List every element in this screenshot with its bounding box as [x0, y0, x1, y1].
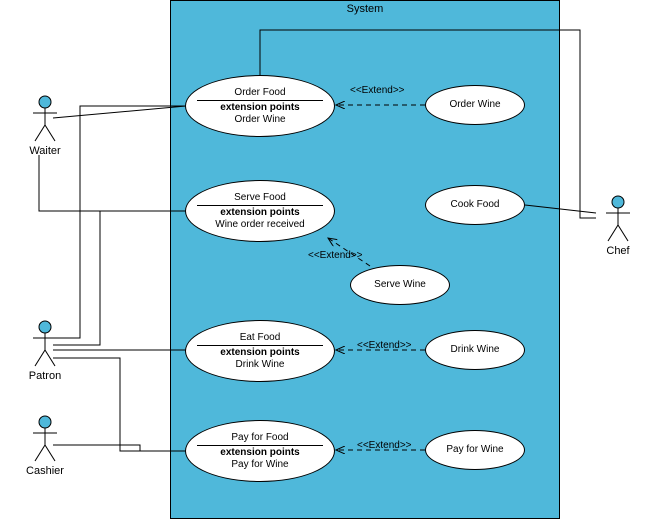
usecase-title: Order Food [234, 87, 285, 99]
actor-label: Waiter [25, 145, 65, 157]
stick-figure-icon [31, 320, 59, 368]
actor-label: Chef [598, 245, 638, 257]
usecase-divider [197, 100, 323, 101]
usecase-title: Eat Food [240, 332, 281, 344]
usecase-ext-header: extension points [220, 447, 299, 459]
usecase-ext-name: Drink Wine [236, 359, 285, 371]
stick-figure-icon [31, 95, 59, 143]
usecase-pay-for-food: Pay for Food extension points Pay for Wi… [185, 420, 335, 482]
actor-waiter: Waiter [25, 95, 65, 157]
usecase-title: Drink Wine [451, 344, 500, 356]
actor-patron: Patron [25, 320, 65, 382]
actor-label: Cashier [25, 465, 65, 477]
extend-label: <<Extend>> [350, 85, 405, 96]
actor-cashier: Cashier [25, 415, 65, 477]
usecase-title: Serve Wine [374, 279, 426, 291]
extend-label: <<Extend>> [357, 340, 412, 351]
usecase-order-food: Order Food extension points Order Wine [185, 75, 335, 137]
usecase-title: Cook Food [451, 199, 500, 211]
usecase-ext-name: Order Wine [234, 114, 285, 126]
usecase-ext-header: extension points [220, 347, 299, 359]
actor-chef: Chef [598, 195, 638, 257]
usecase-drink-wine: Drink Wine [425, 330, 525, 370]
usecase-cook-food: Cook Food [425, 185, 525, 225]
usecase-ext-name: Pay for Wine [231, 459, 288, 471]
usecase-ext-name: Wine order received [215, 219, 304, 231]
system-title: System [171, 3, 559, 15]
usecase-order-wine: Order Wine [425, 85, 525, 125]
extend-label: <<Extend>> [308, 250, 363, 261]
usecase-title: Pay for Wine [446, 444, 503, 456]
usecase-pay-for-wine: Pay for Wine [425, 430, 525, 470]
diagram-stage: System Waiter Patron Cashier [0, 0, 650, 519]
usecase-divider [197, 445, 323, 446]
usecase-eat-food: Eat Food extension points Drink Wine [185, 320, 335, 382]
usecase-divider [197, 205, 323, 206]
actor-label: Patron [25, 370, 65, 382]
usecase-title: Serve Food [234, 192, 286, 204]
usecase-divider [197, 345, 323, 346]
stick-figure-icon [604, 195, 632, 243]
stick-figure-icon [31, 415, 59, 463]
usecase-ext-header: extension points [220, 207, 299, 219]
usecase-serve-wine: Serve Wine [350, 265, 450, 305]
usecase-title: Order Wine [449, 99, 500, 111]
usecase-serve-food: Serve Food extension points Wine order r… [185, 180, 335, 242]
extend-label: <<Extend>> [357, 440, 412, 451]
usecase-title: Pay for Food [231, 432, 288, 444]
usecase-ext-header: extension points [220, 102, 299, 114]
